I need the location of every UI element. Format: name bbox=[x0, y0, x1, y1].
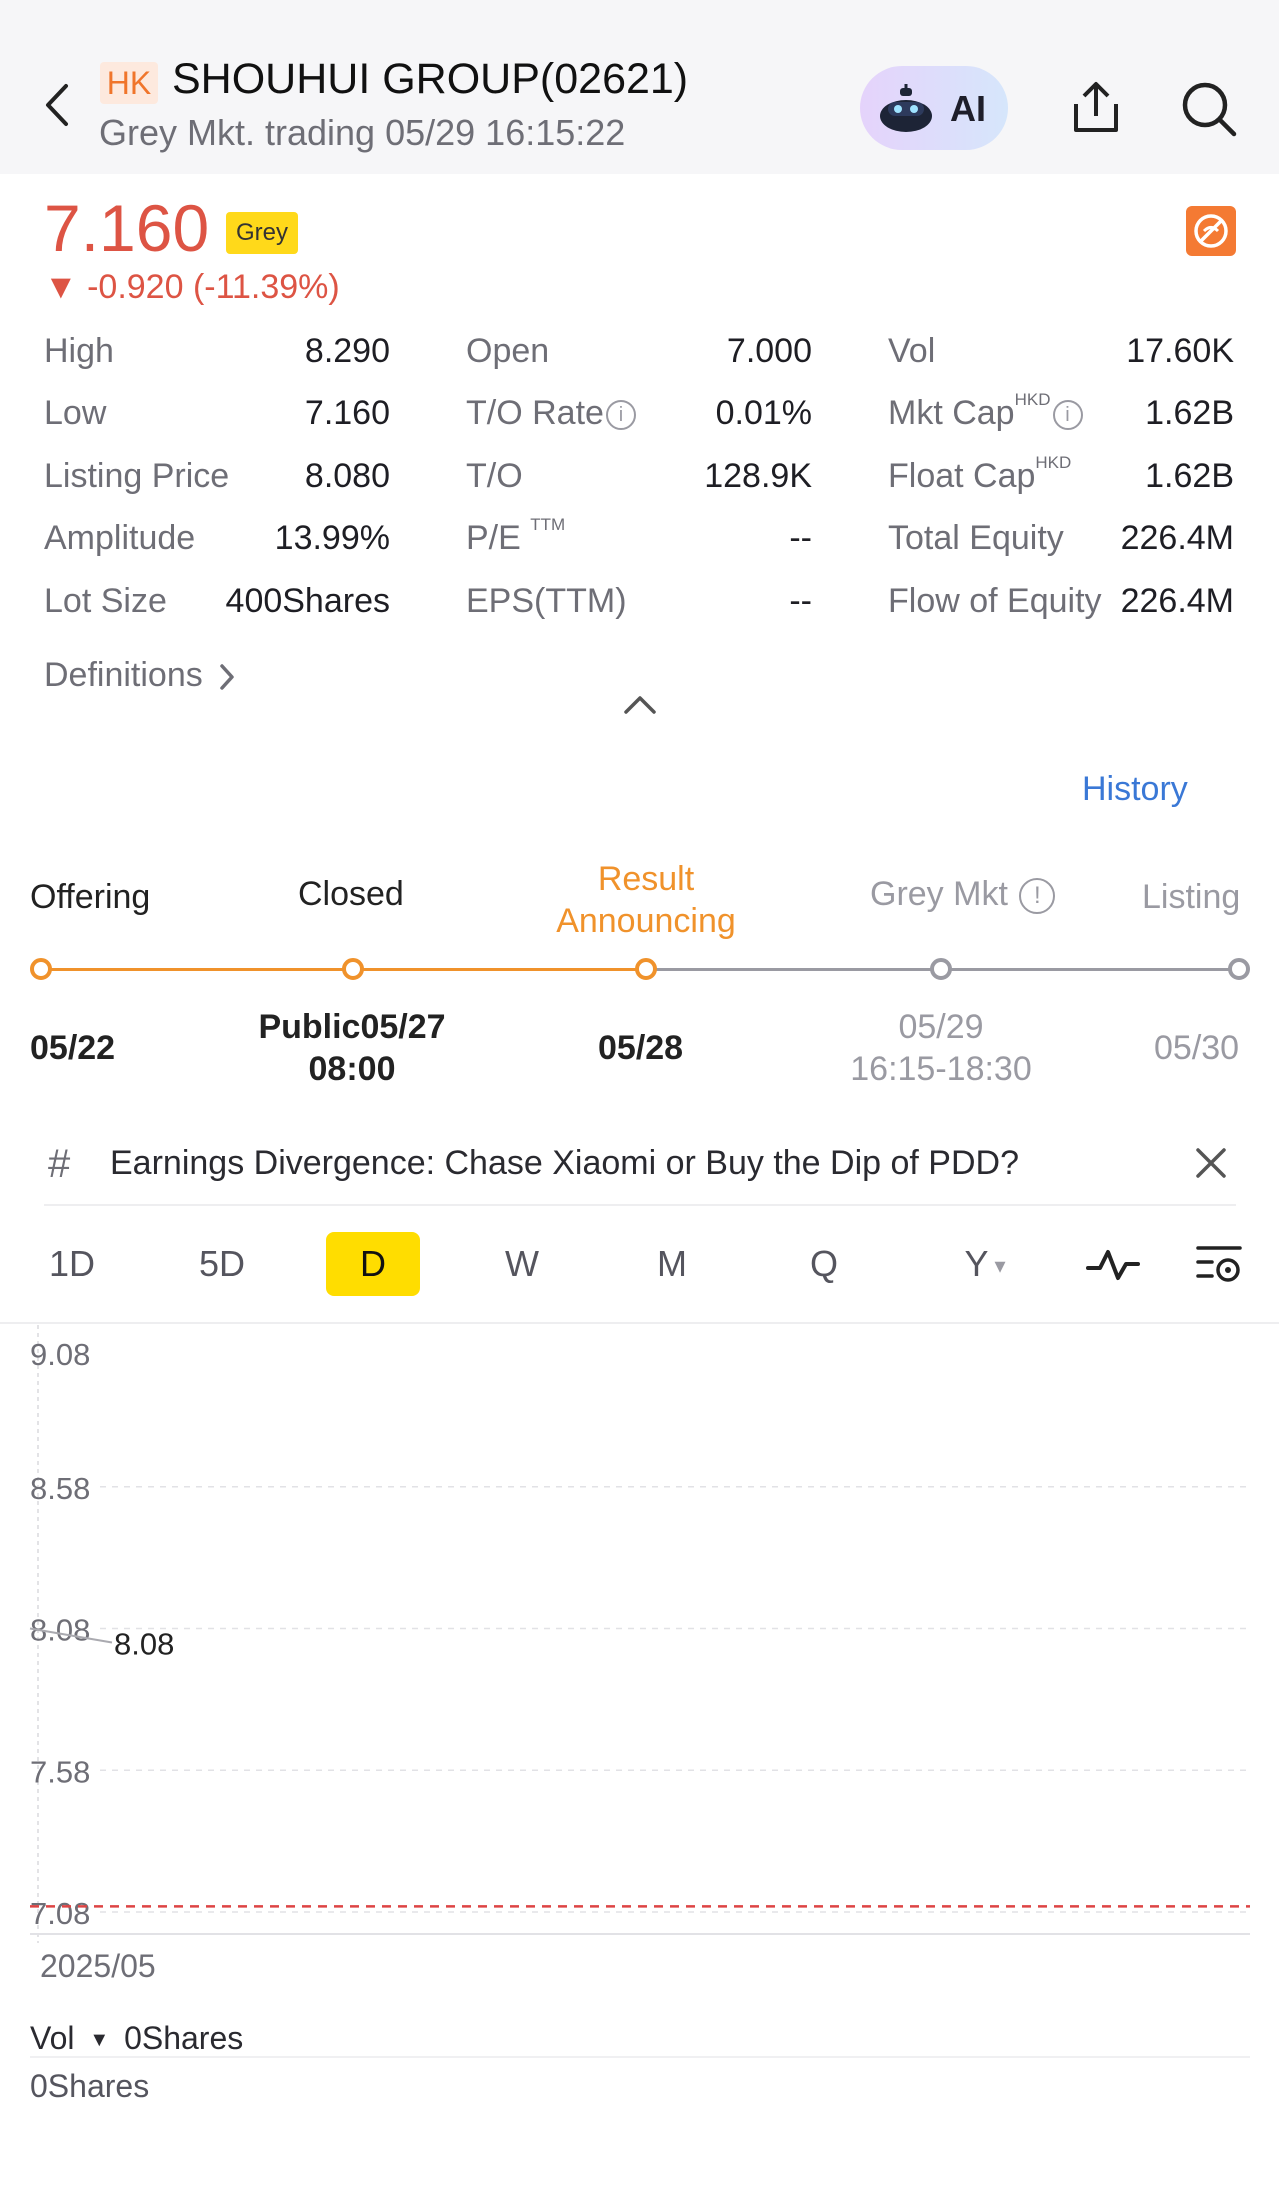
tab-1d[interactable]: 1D bbox=[30, 1232, 114, 1296]
ai-button[interactable]: AI bbox=[860, 66, 1008, 150]
stat-label-to: T/O bbox=[466, 457, 523, 495]
timeline-date-offering: 05/22 bbox=[30, 1029, 116, 1067]
stat-value-open: 7.000 bbox=[726, 332, 812, 370]
info-icon[interactable]: i bbox=[1052, 400, 1083, 431]
y-tick-label: 8.58 bbox=[30, 1471, 90, 1506]
dropdown-caret-icon: ▾ bbox=[994, 1253, 1006, 1279]
chart-x-label: 2025/05 bbox=[40, 1948, 156, 1984]
volume-row[interactable]: Vol ▼ 0Shares bbox=[30, 2020, 243, 2057]
stock-title: SHOUHUI GROUP(02621) bbox=[172, 55, 689, 103]
timeline-dot bbox=[635, 958, 657, 980]
stat-value-low: 7.160 bbox=[304, 394, 390, 432]
timeline-date-result: 05/28 bbox=[598, 1029, 684, 1067]
price-chart[interactable]: 9.088.588.087.587.088.08 bbox=[0, 1325, 1279, 1985]
news-banner[interactable]: # Earnings Divergence: Chase Xiaomi or B… bbox=[44, 1132, 1236, 1206]
news-headline[interactable]: Earnings Divergence: Chase Xiaomi or Buy… bbox=[110, 1144, 1019, 1183]
volume-axis-label: 0Shares bbox=[30, 2068, 150, 2104]
stat-value-total-equity: 226.4M bbox=[1120, 519, 1234, 557]
robot-icon bbox=[880, 84, 932, 132]
timeline-date-closed: Public05/27 08:00 bbox=[258, 1008, 446, 1088]
timeline-date-grey-mkt: 05/29 16:15-18:30 bbox=[850, 1008, 1032, 1088]
history-link[interactable]: History bbox=[1082, 770, 1188, 809]
stat-value-vol: 17.60K bbox=[1126, 332, 1234, 370]
chart-settings-icon[interactable] bbox=[1194, 1240, 1244, 1288]
dropdown-caret-icon: ▼ bbox=[89, 2029, 110, 2052]
hashtag-icon: # bbox=[48, 1142, 71, 1186]
stat-label-vol: Vol bbox=[888, 332, 936, 370]
close-icon[interactable] bbox=[1194, 1146, 1228, 1180]
definitions-link[interactable]: Definitions bbox=[44, 656, 238, 695]
back-icon[interactable] bbox=[38, 80, 78, 130]
stat-value-to-rate: 0.01% bbox=[715, 394, 812, 432]
chart-period-tabs: 1D 5D D W M Q Y ▾ bbox=[0, 1232, 1279, 1324]
stat-label-pe: P/E TTM bbox=[466, 515, 566, 557]
stat-label-amplitude: Amplitude bbox=[44, 519, 196, 557]
stat-value-listing-price: 8.080 bbox=[304, 457, 390, 495]
stat-label-low: Low bbox=[44, 394, 107, 432]
stat-value-float-cap: 1.62B bbox=[1145, 457, 1234, 495]
timeline-label-offering: Offering bbox=[30, 878, 151, 916]
info-icon[interactable]: i bbox=[605, 400, 636, 431]
stat-value-pe: -- bbox=[789, 519, 812, 557]
market-badge: HK bbox=[100, 62, 158, 104]
y-tick-label: 7.58 bbox=[30, 1754, 90, 1789]
timeline-label-result: Result Announcing bbox=[556, 860, 736, 940]
no-trade-icon[interactable] bbox=[1186, 206, 1236, 256]
stat-value-lot-size: 400Shares bbox=[225, 582, 390, 620]
share-icon[interactable] bbox=[1068, 78, 1124, 138]
stat-label-lot-size: Lot Size bbox=[44, 582, 167, 620]
tab-w[interactable]: W bbox=[480, 1232, 564, 1296]
chevron-right-icon bbox=[220, 664, 234, 690]
tab-q[interactable]: Q bbox=[782, 1232, 866, 1296]
trading-status: Grey Mkt. trading 05/29 16:15:22 bbox=[99, 112, 626, 153]
timeline-dot bbox=[930, 958, 952, 980]
ai-label: AI bbox=[950, 88, 986, 129]
y-tick-label: 9.08 bbox=[30, 1337, 90, 1372]
indicator-icon[interactable] bbox=[1086, 1240, 1140, 1288]
divider bbox=[30, 2056, 1250, 2058]
stat-label-total-equity: Total Equity bbox=[888, 519, 1064, 557]
stat-label-float-cap: Float CapHKD bbox=[888, 453, 1072, 495]
timeline-dot bbox=[30, 958, 52, 980]
timeline-dot bbox=[1228, 958, 1250, 980]
stat-label-eps: EPS(TTM) bbox=[466, 582, 627, 620]
stat-value-to: 128.9K bbox=[704, 457, 812, 495]
search-icon[interactable] bbox=[1180, 80, 1238, 138]
stat-label-to-rate: T/O Rate i bbox=[466, 394, 636, 433]
tab-y[interactable]: Y ▾ bbox=[950, 1232, 1020, 1296]
grey-market-badge: Grey bbox=[226, 212, 298, 254]
stat-label-listing-price: Listing Price bbox=[44, 457, 230, 495]
tab-d[interactable]: D bbox=[326, 1232, 420, 1296]
stat-value-eps: -- bbox=[789, 582, 812, 620]
timeline-date-listing: 05/30 bbox=[1154, 1029, 1240, 1067]
tab-5d[interactable]: 5D bbox=[180, 1232, 264, 1296]
stat-label-high: High bbox=[44, 332, 114, 370]
stat-label-flow-of-equity: Flow of Equity bbox=[888, 582, 1102, 620]
timeline-label-listing: Listing bbox=[1142, 878, 1241, 916]
stat-value-amplitude: 13.99% bbox=[274, 519, 390, 557]
timeline-label-grey-mkt: Grey Mkt ! bbox=[870, 875, 1056, 915]
timeline-label-closed: Closed bbox=[298, 875, 404, 913]
alert-info-icon[interactable]: ! bbox=[1019, 878, 1056, 915]
stat-label-open: Open bbox=[466, 332, 550, 370]
y-tick-label: 7.08 bbox=[30, 1896, 90, 1931]
current-price: 7.160 bbox=[44, 191, 210, 265]
price-change: ▼ -0.920 (-11.39%) bbox=[44, 268, 340, 306]
top-bar: HK SHOUHUI GROUP(02621) Grey Mkt. tradin… bbox=[0, 0, 1279, 174]
collapse-chevron-up-icon[interactable] bbox=[620, 692, 660, 716]
stat-value-flow-of-equity: 226.4M bbox=[1120, 582, 1234, 620]
data-label: 8.08 bbox=[114, 1627, 174, 1662]
stat-value-mkt-cap: 1.62B bbox=[1145, 394, 1234, 432]
stat-value-high: 8.290 bbox=[304, 332, 390, 370]
stat-label-mkt-cap: Mkt CapHKDi bbox=[888, 390, 1083, 433]
timeline-dot bbox=[342, 958, 364, 980]
tab-m[interactable]: M bbox=[630, 1232, 714, 1296]
